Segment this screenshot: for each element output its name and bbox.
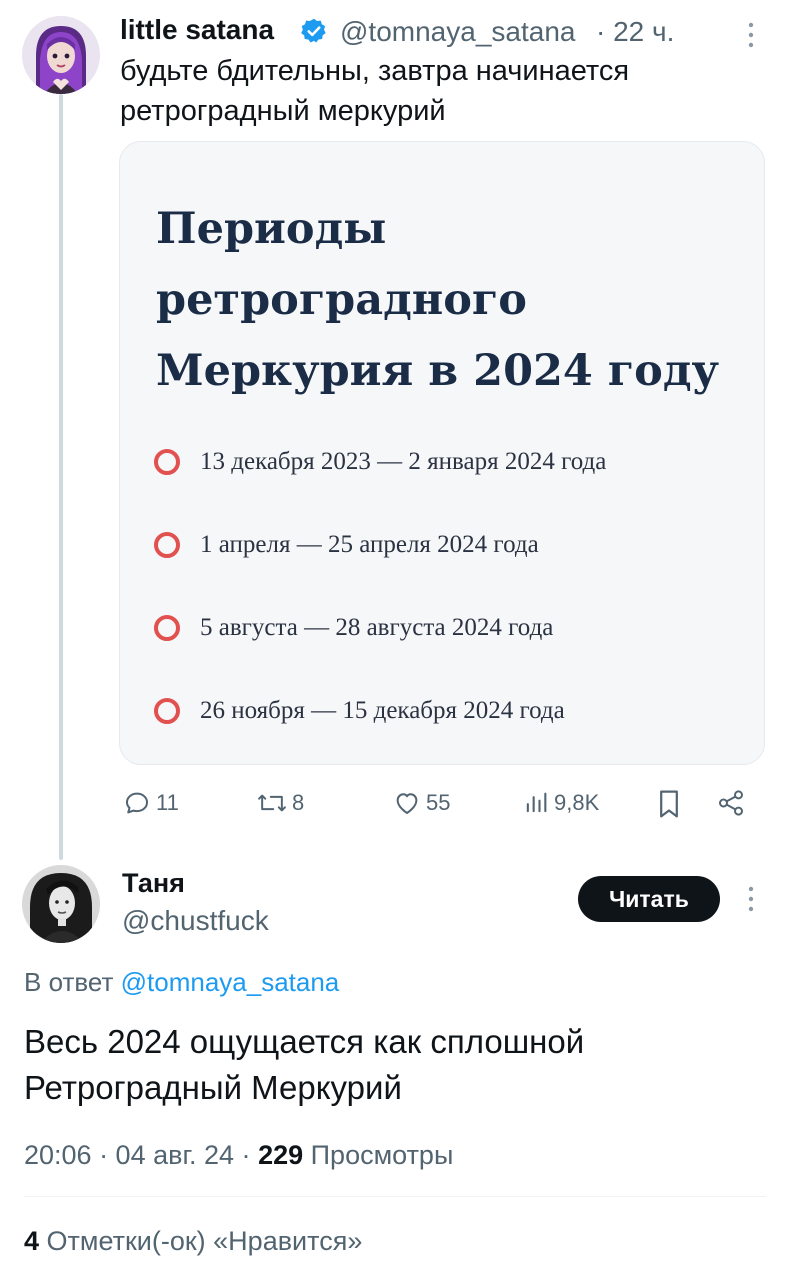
circle-bullet-icon — [154, 532, 180, 558]
views-icon — [526, 792, 547, 813]
reply-button[interactable]: 11 — [122, 788, 179, 818]
period-text: 1 апреля — 25 апреля 2024 года — [200, 531, 539, 558]
more-options-icon[interactable] — [744, 20, 758, 57]
retweet-icon — [258, 794, 286, 812]
period-item: 26 ноября — 15 декабря 2024 года — [154, 693, 565, 729]
circle-bullet-icon — [154, 698, 180, 724]
period-text: 13 декабря 2023 — 2 января 2024 года — [200, 448, 607, 475]
reply-count: 11 — [156, 790, 179, 815]
reply-text-line: Ретроградный Меркурий — [24, 1069, 402, 1106]
views-count: 229 — [258, 1140, 304, 1170]
retweet-button[interactable]: 8 — [256, 788, 304, 818]
bookmark-button[interactable] — [656, 788, 682, 820]
tweet-text-line: будьте бдительны, завтра начинается — [120, 55, 630, 87]
tweet-text: будьте бдительны, завтра начинается ретр… — [120, 51, 629, 131]
likes-summary[interactable]: 4 Отметки(-ок) «Нравится» — [24, 1226, 362, 1257]
tweet-metadata: 20:06 · 04 авг. 24 · 229 Просмотры — [24, 1140, 453, 1171]
likes-label: Отметки(-ок) «Нравится» — [46, 1226, 363, 1256]
views-count: 9,8K — [554, 790, 600, 815]
card-title-line: Меркурия в 2024 году — [156, 346, 720, 396]
reply-to-handle-link[interactable]: @tomnaya_satana — [121, 967, 340, 997]
reply-text-line: Весь 2024 ощущается как сплошной — [24, 1023, 585, 1060]
period-item: 5 августа — 28 августа 2024 года — [154, 610, 553, 646]
period-text: 5 августа — 28 августа 2024 года — [200, 614, 554, 641]
views-button[interactable]: 9,8K — [522, 788, 599, 818]
more-options-icon[interactable] — [744, 884, 758, 921]
author-name[interactable]: little satana — [120, 14, 274, 46]
reply-author-name[interactable]: Таня — [122, 868, 185, 899]
reply-context: В ответ @tomnaya_satana — [24, 967, 339, 998]
follow-button[interactable]: Читать — [578, 876, 720, 922]
thread-connector — [59, 94, 63, 860]
period-text: 26 ноября — 15 декабря 2024 года — [200, 697, 565, 724]
tweet-time[interactable]: · 22 ч. — [596, 16, 674, 48]
like-count: 55 — [426, 790, 451, 815]
views-label: Просмотры — [310, 1140, 454, 1170]
circle-bullet-icon — [154, 449, 180, 475]
period-item: 13 декабря 2023 — 2 января 2024 года — [154, 444, 606, 480]
likes-count: 4 — [24, 1226, 40, 1256]
reply-icon — [126, 792, 148, 814]
reply-text: Весь 2024 ощущается как сплошной Ретрогр… — [24, 1019, 584, 1111]
divider — [24, 1196, 766, 1197]
media-card[interactable]: Периоды ретроградного Меркурия в 2024 го… — [119, 141, 765, 765]
reply-context-prefix: В ответ — [24, 967, 114, 997]
card-title-line: ретроградного — [156, 275, 527, 325]
retweet-count: 8 — [292, 790, 305, 815]
reply-author-handle[interactable]: @chustfuck — [122, 905, 269, 937]
heart-icon — [396, 793, 418, 814]
circle-bullet-icon — [154, 615, 180, 641]
card-title-line: Периоды — [156, 204, 387, 254]
verified-badge-icon — [300, 17, 328, 45]
avatar[interactable] — [22, 865, 100, 943]
avatar[interactable] — [22, 16, 100, 94]
period-item: 1 апреля — 25 апреля 2024 года — [154, 527, 539, 563]
author-handle[interactable]: @tomnaya_satana — [340, 16, 575, 48]
tweet-text-line: ретроградный меркурий — [120, 95, 446, 127]
bookmark-icon — [660, 790, 678, 818]
timestamp[interactable]: 20:06 · 04 авг. 24 · — [24, 1140, 251, 1170]
share-icon — [719, 790, 743, 816]
like-button[interactable]: 55 — [392, 788, 450, 818]
share-button[interactable] — [716, 788, 746, 818]
card-title: Периоды ретроградного Меркурия в 2024 го… — [156, 194, 746, 407]
